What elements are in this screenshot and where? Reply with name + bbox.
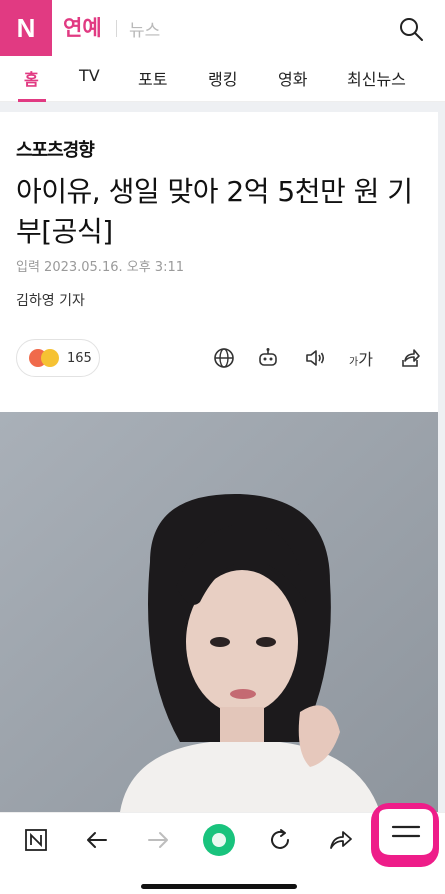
section-gap xyxy=(0,102,445,112)
tab-photo[interactable]: 포토 xyxy=(138,66,167,90)
speaker-icon[interactable] xyxy=(303,346,327,370)
reporter-name[interactable]: 김하영 기자 xyxy=(16,290,85,310)
tab-tv[interactable]: TV xyxy=(79,66,100,85)
naver-logo-button[interactable]: N xyxy=(0,0,52,56)
green-dot-icon[interactable] xyxy=(202,823,236,857)
search-icon[interactable] xyxy=(398,16,424,42)
tab-movie[interactable]: 영화 xyxy=(278,66,307,90)
header-divider xyxy=(116,20,117,37)
share-icon[interactable] xyxy=(397,346,421,370)
emoji-smile-icon xyxy=(41,349,59,367)
globe-icon[interactable] xyxy=(212,346,236,370)
reaction-button[interactable]: 165 xyxy=(16,339,100,377)
section-title[interactable]: 연예 xyxy=(63,12,102,42)
category-tabs: 홈 TV 포토 랭킹 영화 최신뉴스 xyxy=(0,56,445,102)
back-arrow-icon[interactable] xyxy=(80,823,114,857)
naver-home-icon[interactable] xyxy=(19,823,53,857)
top-header: N 연예 뉴스 xyxy=(0,0,445,56)
logo-label: N xyxy=(16,12,36,43)
tab-latest-news[interactable]: 최신뉴스 xyxy=(347,66,406,90)
menu-icon xyxy=(379,809,433,855)
forward-arrow-icon[interactable] xyxy=(141,823,175,857)
reaction-count: 165 xyxy=(67,350,92,366)
article-date: 입력 2023.05.16. 오후 3:11 xyxy=(16,260,184,275)
press-logo[interactable]: 스포츠경향 xyxy=(16,136,95,162)
robot-summary-icon[interactable] xyxy=(256,346,280,370)
portrait-illustration xyxy=(0,412,438,812)
section-news-link[interactable]: 뉴스 xyxy=(129,16,160,41)
article-headline: 아이유, 생일 맞아 2억 5천만 원 기부[공식] xyxy=(16,175,413,248)
article-photo[interactable] xyxy=(0,412,438,812)
share-arrow-icon[interactable] xyxy=(324,823,358,857)
menu-button[interactable] xyxy=(371,803,439,867)
scroll-gutter xyxy=(438,112,445,812)
font-size-big-label: 가 xyxy=(358,350,373,369)
refresh-icon[interactable] xyxy=(263,823,297,857)
tab-ranking[interactable]: 랭킹 xyxy=(208,66,237,90)
home-indicator xyxy=(141,884,297,889)
font-size-icon[interactable]: 가가 xyxy=(349,346,373,370)
font-size-small-label: 가 xyxy=(349,357,359,368)
tab-home[interactable]: 홈 xyxy=(24,66,39,90)
